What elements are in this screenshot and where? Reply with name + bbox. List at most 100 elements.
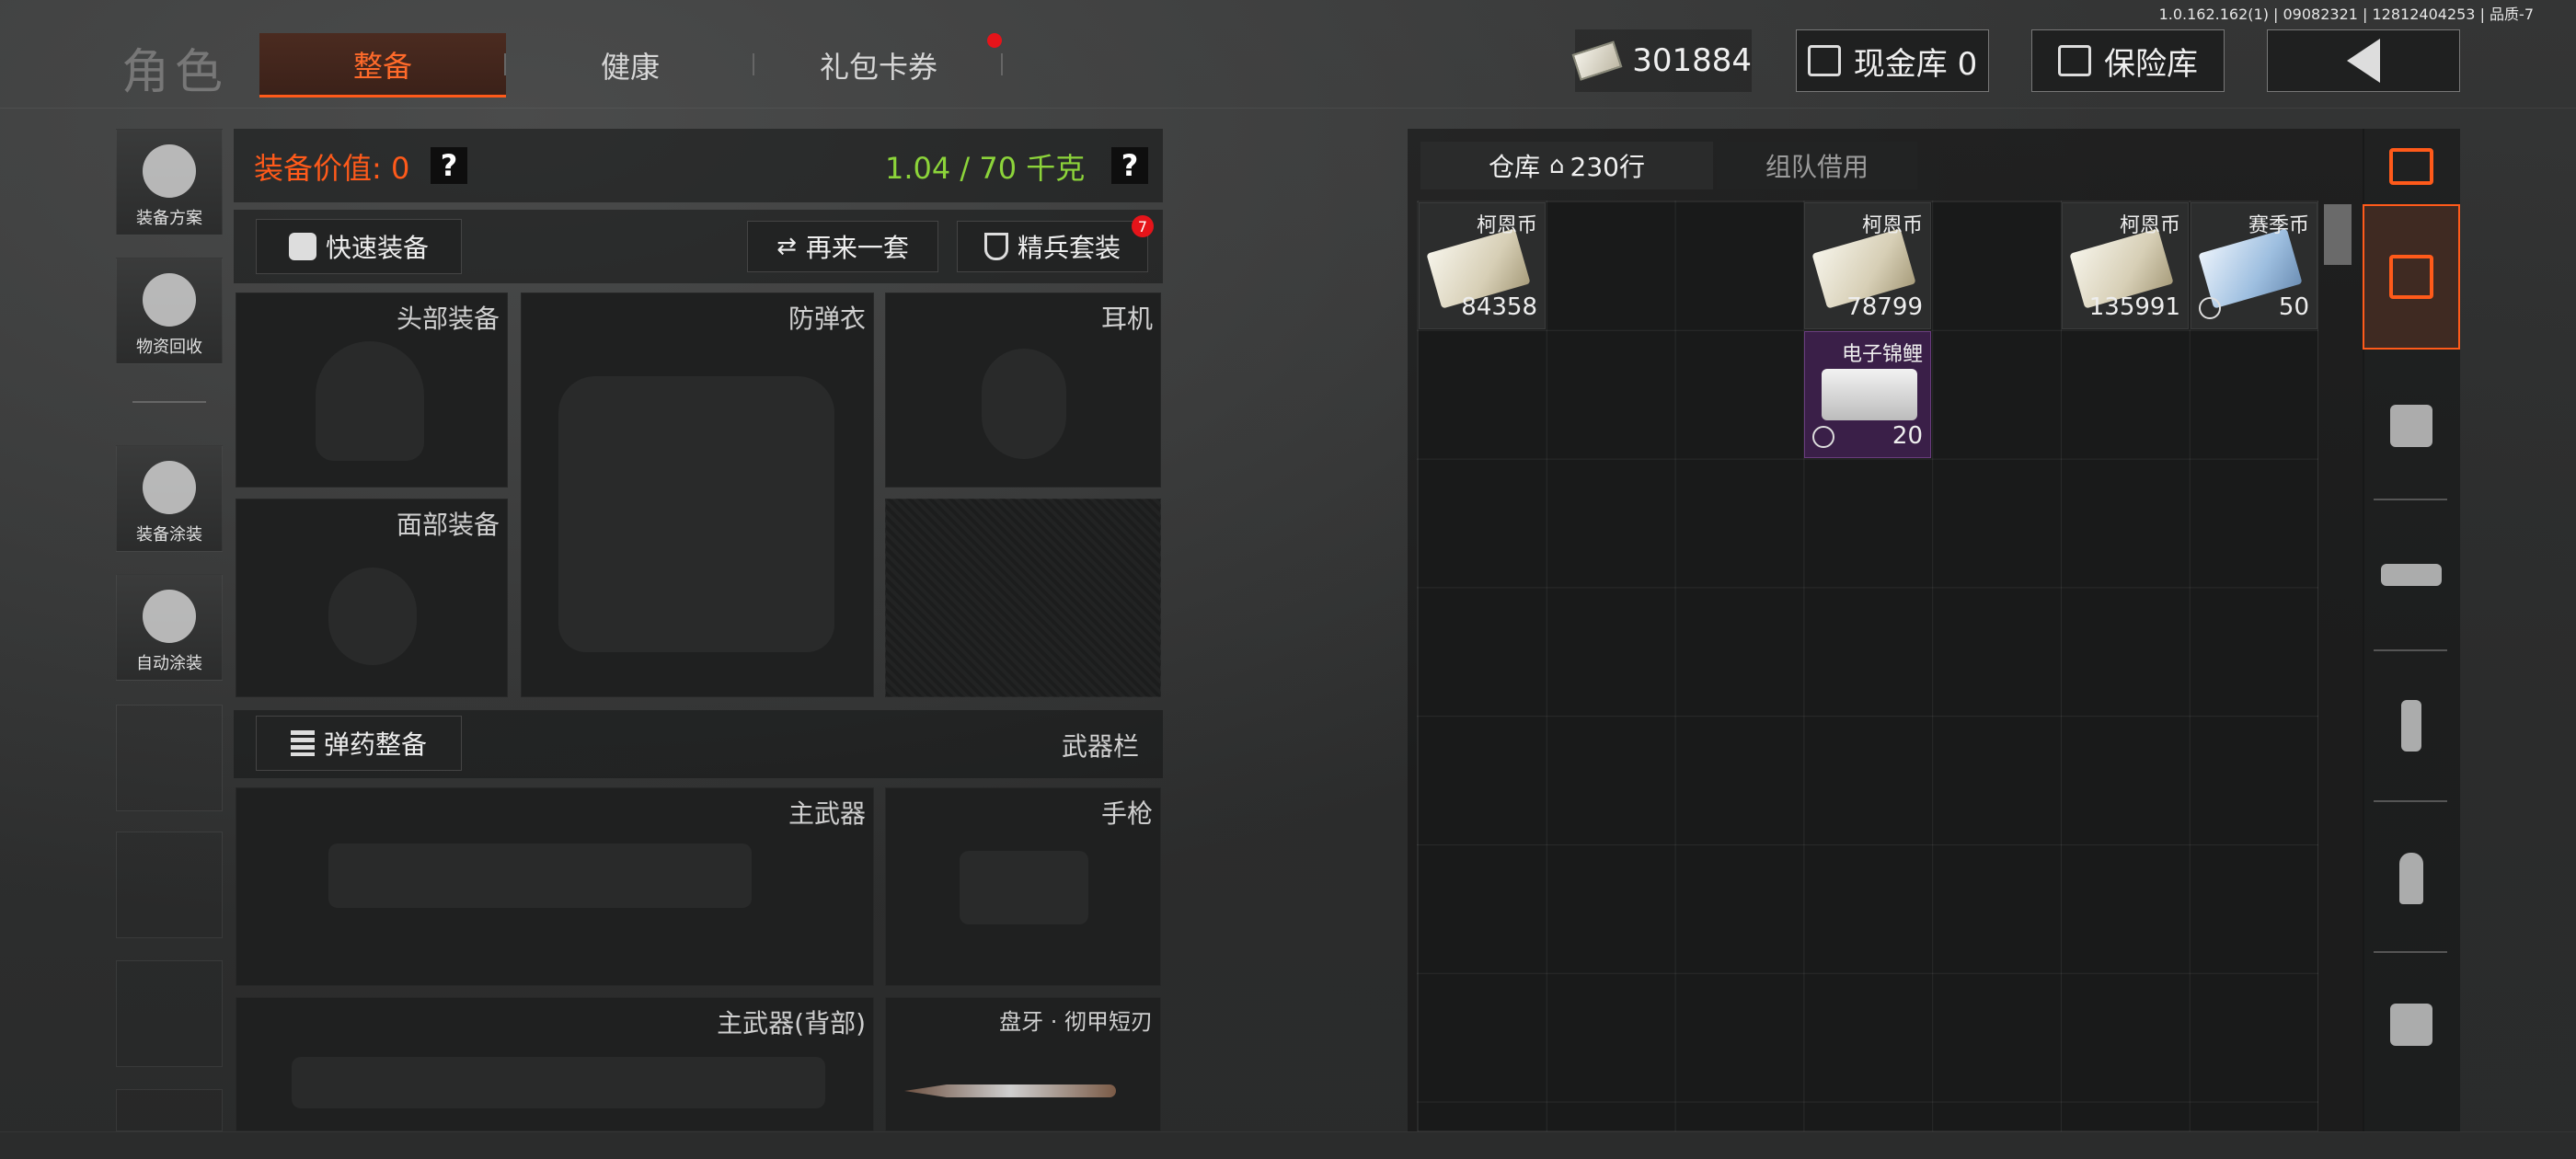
tab-warehouse[interactable]: 仓库 ⌂ 230行 <box>1420 142 1713 189</box>
stack-sort-icon <box>2389 148 2433 185</box>
sidebar-empty-slot <box>116 960 223 1067</box>
sidebar-divider <box>132 401 206 403</box>
item-count: 78799 <box>1846 293 1923 321</box>
sidebar-item-loadout-plan[interactable]: 装备方案 <box>116 129 223 235</box>
sort-button[interactable] <box>2363 134 2460 199</box>
vest-icon <box>558 376 834 652</box>
chip-icon <box>1822 369 1917 420</box>
category-magazine[interactable] <box>2363 666 2460 786</box>
elite-set-label: 精兵套装 <box>1017 233 1121 263</box>
slot-headset[interactable]: 耳机 <box>885 293 1161 488</box>
again-label: 再来一套 <box>805 233 909 263</box>
currency-display: 301884 <box>1571 29 1752 92</box>
sidebar-empty-slot <box>116 1089 223 1131</box>
help-icon[interactable]: ? <box>431 147 467 184</box>
equipment-value: 装备价值: 0 <box>254 151 410 186</box>
sidebar-item-label: 物资回收 <box>136 338 202 357</box>
ammo-prep-label: 弹药整备 <box>323 729 427 760</box>
refresh-icon: ⇄ <box>776 233 797 260</box>
category-divider <box>2374 951 2447 953</box>
slot-pistol[interactable]: 手枪 <box>885 787 1161 986</box>
tab-team-borrow[interactable]: 组队借用 <box>1717 142 1917 189</box>
category-sight[interactable] <box>2363 968 2460 1082</box>
timer-icon <box>1812 426 1834 448</box>
slot-armor[interactable]: 防弹衣 <box>521 293 874 697</box>
sidebar-item-label: 装备涂装 <box>136 525 202 545</box>
slot-label: 主武器(背部) <box>717 1008 866 1039</box>
tab-divider <box>504 53 506 75</box>
slot-label: 手枪 <box>1100 798 1153 829</box>
tab-label: 整备 <box>352 48 412 84</box>
item-name: 柯恩币 <box>1861 214 1923 237</box>
slot-primary-back[interactable]: 主武器(背部) <box>236 997 874 1131</box>
rifle-icon <box>328 843 752 908</box>
stash-item[interactable]: 柯恩币 135991 <box>2062 202 2189 329</box>
headset-icon <box>982 349 1066 459</box>
slot-head[interactable]: 头部装备 <box>236 293 508 488</box>
item-name: 柯恩币 <box>2119 214 2180 237</box>
category-divider <box>2374 649 2447 651</box>
cash-vault-label: 现金库 0 <box>1853 45 1978 83</box>
magazine-icon <box>2401 700 2421 752</box>
category-rifle[interactable] <box>2363 515 2460 635</box>
notification-dot <box>987 33 1002 48</box>
brush-gear-icon <box>143 590 196 643</box>
sidebar-item-skin[interactable]: 装备涂装 <box>116 445 223 552</box>
cash-vault-icon <box>1807 45 1841 76</box>
soldier-icon <box>143 461 196 514</box>
currency-value: 301884 <box>1632 42 1752 79</box>
item-name: 电子锦鲤 <box>1841 343 1923 366</box>
category-armor[interactable] <box>2363 368 2460 484</box>
version-text: 1.0.162.162(1) | 09082321 | 12812404253 … <box>2158 6 2534 23</box>
stash-item[interactable]: 柯恩币 78799 <box>1804 202 1931 329</box>
category-ammo[interactable] <box>2363 817 2460 940</box>
bullet-icon <box>2399 853 2423 904</box>
quick-equip-button[interactable]: 快速装备 <box>256 219 462 274</box>
vest-icon <box>2390 405 2432 447</box>
category-divider <box>2374 499 2447 500</box>
stash-item[interactable]: 电子锦鲤 20 <box>1804 331 1931 458</box>
tab-health[interactable]: 健康 <box>515 33 745 98</box>
slot-label: 防弹衣 <box>788 304 866 334</box>
ammo-stack-icon <box>290 730 315 756</box>
slot-primary-weapon[interactable]: 主武器 <box>236 787 874 986</box>
elite-badge: 7 <box>1132 215 1154 237</box>
layers-icon <box>2389 255 2433 299</box>
helmet-icon <box>316 341 424 461</box>
tab-gift-cards[interactable]: 礼包卡券 <box>764 33 994 98</box>
item-count: 84358 <box>1461 293 1537 321</box>
item-count: 20 <box>1892 422 1923 450</box>
elite-set-button[interactable]: 精兵套装 <box>957 221 1148 272</box>
safe-button[interactable]: 保险库 <box>2031 29 2225 92</box>
stash-item[interactable]: 赛季币 50 <box>2191 202 2317 329</box>
tab-label: 健康 <box>600 50 660 85</box>
tab-label: 仓库 <box>1489 152 1541 182</box>
stash-item[interactable]: 柯恩币 84358 <box>1419 202 1546 329</box>
chevron-left-icon <box>2347 39 2380 83</box>
stash-scrollbar[interactable] <box>2324 204 2352 265</box>
tab-divider <box>1001 53 1003 75</box>
slot-face[interactable]: 面部装备 <box>236 499 508 697</box>
sidebar-item-auto-skin[interactable]: 自动涂装 <box>116 574 223 681</box>
ammo-prep-button[interactable]: 弹药整备 <box>256 716 462 771</box>
quick-equip-label: 快速装备 <box>325 233 429 263</box>
item-name: 柯恩币 <box>1476 214 1537 237</box>
slot-label: 耳机 <box>1100 304 1153 334</box>
help-icon[interactable]: ? <box>1111 147 1148 184</box>
home-icon: ⌂ <box>1549 152 1565 179</box>
cash-vault-button[interactable]: 现金库 0 <box>1796 29 1989 92</box>
sidebar-empty-slot <box>116 705 223 811</box>
tab-label: 组队借用 <box>1765 152 1869 182</box>
category-all[interactable] <box>2363 204 2460 350</box>
slot-label: 头部装备 <box>396 304 500 334</box>
slot-melee[interactable]: 盘牙 · 彻甲短刃 <box>885 997 1161 1131</box>
again-button[interactable]: ⇄ 再来一套 <box>747 221 938 272</box>
back-button[interactable] <box>2267 29 2460 92</box>
rifle-icon <box>292 1057 825 1108</box>
recycle-icon <box>143 273 196 327</box>
safe-icon <box>2058 45 2091 76</box>
tab-equip[interactable]: 整备 <box>259 33 506 98</box>
sight-icon <box>2390 1004 2432 1046</box>
cash-icon <box>1571 40 1623 81</box>
sidebar-item-recycle[interactable]: 物资回收 <box>116 258 223 364</box>
